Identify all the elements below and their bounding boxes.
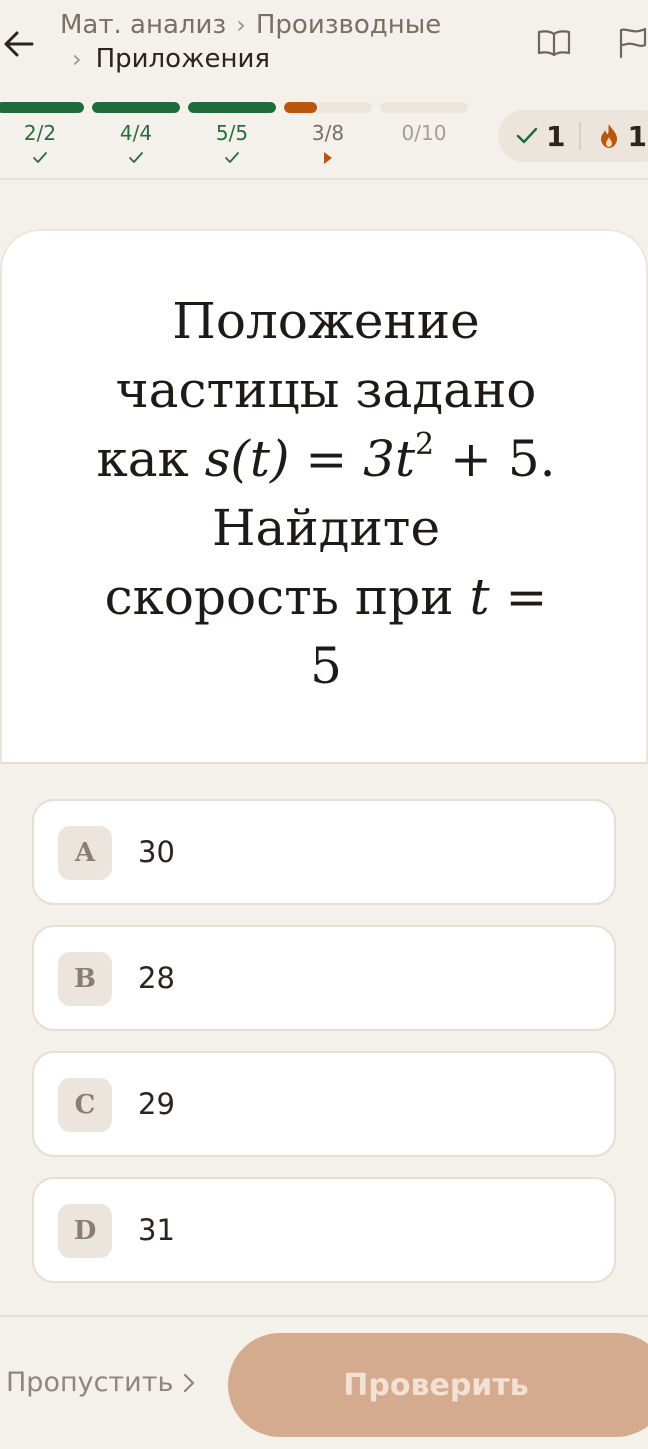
checkmark-icon: [516, 127, 538, 144]
breadcrumb-item-derivatives[interactable]: Производные: [256, 10, 441, 40]
breadcrumb-item-applications: Приложения: [95, 44, 271, 74]
progress-segment: [284, 102, 372, 113]
answer-option-a[interactable]: A 30: [32, 799, 616, 905]
question-text-fragment: как: [96, 430, 189, 488]
check-label: Проверить: [343, 1367, 529, 1403]
flame-icon: [601, 124, 618, 148]
option-value: 30: [138, 835, 175, 869]
progress-segment: [380, 102, 468, 113]
chevron-right-icon: [183, 1373, 195, 1393]
progress-segment-label: 2/2: [23, 121, 57, 145]
progress-segment-label: 5/5: [215, 121, 249, 145]
option-value: 28: [138, 961, 175, 995]
question-line: как s(t) = 3t2 + 5.: [62, 425, 590, 494]
question-line: скорость при t =: [62, 563, 590, 632]
question-panel: Положение частицы задано как s(t) = 3t2 …: [0, 229, 648, 764]
bottom-action-bar: Пропустить Проверить: [0, 1315, 648, 1449]
checkmark-icon: [92, 150, 180, 168]
progress-segment-label: 3/8: [311, 121, 345, 145]
option-letter-badge: A: [58, 826, 112, 880]
progress-segment: [188, 102, 276, 113]
arrow-left-icon: [4, 31, 34, 57]
streak-count-value: 1: [627, 119, 647, 153]
answer-option-b[interactable]: B 28: [32, 925, 616, 1031]
progress-segment-label: 0/10: [401, 121, 447, 145]
option-value: 29: [138, 1087, 175, 1121]
answer-option-c[interactable]: C 29: [32, 1051, 616, 1157]
progress-segment-label: 4/4: [119, 121, 153, 145]
question-line: Положение: [172, 292, 480, 350]
question-card: Положение частицы задано как s(t) = 3t2 …: [0, 229, 648, 1315]
skip-label: Пропустить: [6, 1367, 174, 1398]
question-text-fragment: скорость при: [104, 568, 454, 626]
play-icon: [284, 150, 372, 168]
option-letter-badge: B: [58, 952, 112, 1006]
question-line: Найдите: [211, 499, 441, 557]
question-text: Положение частицы задано как s(t) = 3t2 …: [62, 287, 590, 701]
breadcrumb-item-calculus[interactable]: Мат. анализ: [60, 10, 226, 40]
check-answer-button[interactable]: Проверить: [228, 1333, 648, 1437]
theory-book-button[interactable]: [532, 24, 576, 62]
progress-segment: [0, 102, 84, 113]
math-formula: s(t) = 3t: [204, 430, 416, 488]
chevron-right-icon: ›: [236, 11, 246, 39]
question-line: частицы задано: [115, 361, 537, 419]
skip-button[interactable]: Пропустить: [6, 1367, 195, 1398]
math-formula-tail: + 5.: [434, 430, 556, 488]
option-value: 31: [138, 1213, 175, 1247]
checkmark-icon: [0, 150, 84, 168]
breadcrumb: Мат. анализ › Производные › Приложения: [60, 8, 490, 76]
option-letter-badge: C: [58, 1078, 112, 1132]
correct-count-value: 1: [546, 119, 566, 153]
lesson-progress: [0, 102, 470, 114]
progress-segment-fill: [284, 102, 317, 113]
book-open-icon: [537, 30, 571, 57]
flag-icon: [619, 27, 647, 59]
math-variable: t =: [469, 568, 548, 626]
streak-count: 1: [599, 119, 647, 153]
option-letter-badge: D: [58, 1204, 112, 1258]
back-button[interactable]: [0, 22, 38, 66]
stats-divider: [579, 122, 582, 150]
progress-segment: [92, 102, 180, 113]
progress-segment-fill: [0, 102, 84, 113]
stats-pill: 1 1: [498, 110, 648, 162]
progress-segment-fill: [92, 102, 180, 113]
chevron-right-icon: ›: [72, 45, 82, 73]
math-exponent: 2: [415, 427, 435, 462]
question-line: 5: [310, 637, 342, 695]
progress-segment-fill: [188, 102, 276, 113]
answer-option-d[interactable]: D 31: [32, 1177, 616, 1283]
top-header: Мат. анализ › Производные › Приложения 2/2 4…: [0, 0, 648, 180]
checkmark-icon: [188, 150, 276, 168]
report-flag-button[interactable]: [610, 24, 648, 62]
correct-count: 1: [516, 120, 565, 153]
